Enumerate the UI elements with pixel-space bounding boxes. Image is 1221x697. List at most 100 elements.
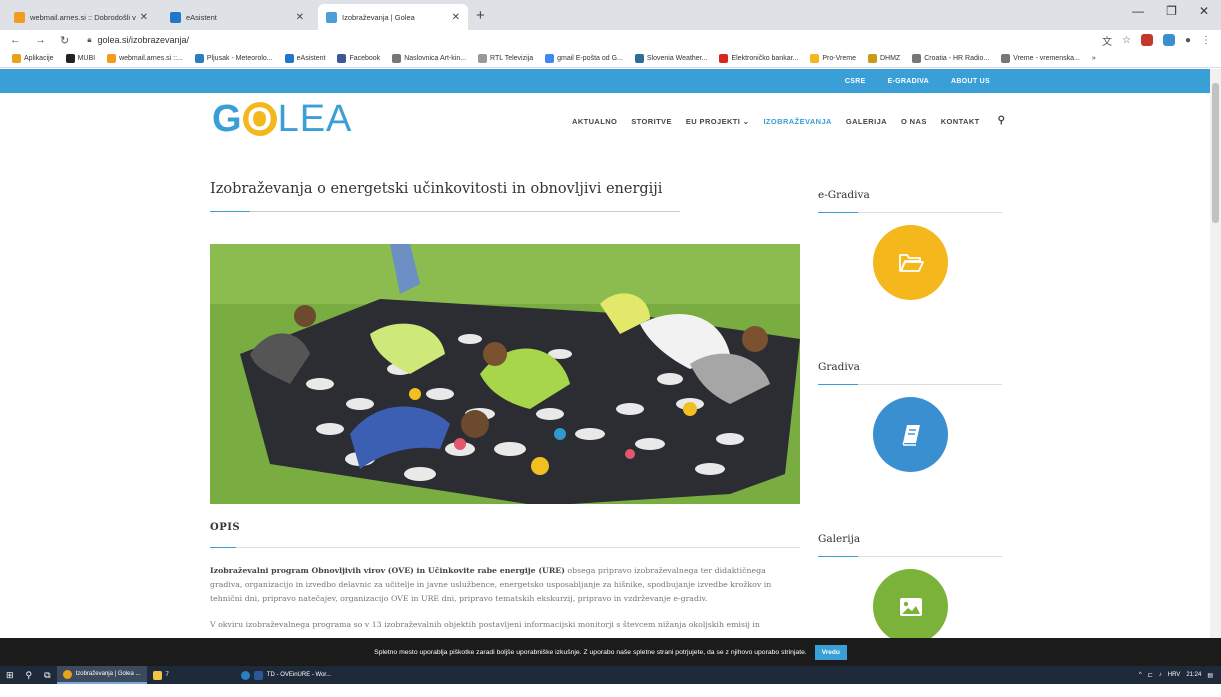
sun-icon: [810, 54, 820, 63]
close-window-icon[interactable]: ✕: [1199, 4, 1209, 18]
search-taskbar-button[interactable]: ⚲: [20, 666, 39, 684]
globe-icon: [1001, 54, 1011, 63]
folder-icon: [152, 670, 162, 680]
widget-title: Galerija: [818, 533, 861, 545]
taskbar-chrome-item[interactable]: Izobraževanja | Golea ...: [56, 666, 147, 684]
forward-icon[interactable]: →: [35, 34, 46, 47]
tab-golea[interactable]: Izobraževanja | Golea ✕: [318, 4, 468, 30]
task-view-icon: ⧉: [44, 669, 51, 680]
widget-title: Gradiva: [818, 361, 860, 373]
main-content: Izobraževanja o energetski učinkovitosti…: [210, 181, 800, 632]
taskbar-explorer-item[interactable]: 7: [147, 666, 175, 684]
widget-divider: [818, 212, 1002, 213]
volume-icon[interactable]: ♪: [1159, 672, 1162, 678]
widget-gradiva: Gradiva: [818, 361, 1002, 525]
nav-storitve[interactable]: STORITVE: [631, 117, 672, 126]
nav-eu-projekti[interactable]: EU PROJEKTI ⌄: [686, 117, 750, 126]
bookmark-item[interactable]: Pro-Vreme: [810, 54, 856, 63]
window-controls: — ❐ ✕: [1132, 4, 1221, 18]
bookmark-item[interactable]: eAsistent: [284, 54, 325, 63]
bookmarks-bar: Aplikacije MUBI webmail.arnes.si ::... P…: [0, 50, 1221, 68]
bookmark-item[interactable]: Croatia - HR Radio...: [912, 54, 989, 63]
bookmark-item[interactable]: Vreme - vremenska...: [1001, 54, 1080, 63]
profile-icon[interactable]: ●: [1185, 35, 1191, 46]
bookmark-item[interactable]: Aplikacije: [12, 54, 54, 63]
nav-aktualno[interactable]: AKTUALNO: [572, 117, 617, 126]
bookmark-item[interactable]: Elektroničko bankar...: [719, 54, 798, 63]
star-icon[interactable]: ☆: [1122, 35, 1131, 46]
restore-icon[interactable]: ❐: [1166, 4, 1177, 18]
notifications-icon[interactable]: ▤: [1207, 672, 1213, 679]
word-icon: [253, 670, 263, 680]
bank-icon: [719, 54, 729, 63]
top-link-csre[interactable]: CSRE: [845, 78, 866, 85]
bookmark-item[interactable]: Pljusak - Meteorolo...: [194, 54, 273, 63]
book-icon: [901, 424, 920, 446]
scrollbar-thumb[interactable]: [1212, 83, 1219, 223]
golea-logo[interactable]: G O LEA: [212, 99, 352, 139]
main-navigation: AKTUALNO STORITVE EU PROJEKTI ⌄ IZOBRAŽE…: [572, 115, 1006, 126]
apps-icon: [12, 54, 21, 63]
top-link-about-us[interactable]: ABOUT US: [951, 78, 990, 85]
page-scrollbar[interactable]: [1210, 69, 1221, 638]
webmail-favicon-icon: [14, 11, 25, 23]
edge-icon: [240, 670, 250, 680]
search-icon[interactable]: ⚲: [998, 115, 1006, 126]
translate-icon[interactable]: 文: [1102, 33, 1112, 48]
pljusak-icon: [194, 54, 204, 63]
weather-icon: [634, 54, 644, 63]
nav-o-nas[interactable]: O NAS: [901, 117, 927, 126]
e-gradiva-button[interactable]: [873, 225, 948, 300]
bookmark-item[interactable]: MUBI: [65, 54, 95, 63]
start-button[interactable]: ⊞: [0, 666, 20, 684]
language-indicator[interactable]: HRV: [1168, 672, 1181, 678]
bookmark-item[interactable]: gmail E-pošta od G...: [545, 54, 623, 63]
url-field[interactable]: golea.si/izobrazevanja/: [97, 35, 189, 45]
cookie-accept-button[interactable]: Vredu: [814, 644, 847, 660]
close-tab-icon[interactable]: ✕: [452, 12, 460, 23]
tab-easistent[interactable]: eAsistent ✕: [162, 4, 312, 30]
reload-icon[interactable]: ↻: [60, 34, 69, 47]
back-icon[interactable]: ←: [10, 34, 21, 47]
rtl-icon: [478, 54, 488, 63]
bookmark-item[interactable]: webmail.arnes.si ::...: [107, 54, 183, 63]
bookmark-item[interactable]: Slovenia Weather...: [634, 54, 707, 63]
bookmark-item[interactable]: RTL Televizija: [478, 54, 533, 63]
close-tab-icon[interactable]: ✕: [296, 12, 304, 23]
top-link-e-gradiva[interactable]: E-GRADIVA: [888, 78, 929, 85]
system-tray: ^ ⊏ ♪ HRV 21:24 ▤: [1139, 672, 1213, 679]
task-view-button[interactable]: ⧉: [38, 666, 56, 684]
menu-icon[interactable]: ⋮: [1201, 35, 1211, 46]
widget-title: e-Gradiva: [818, 189, 870, 201]
description-paragraph: Izobraževalni program Obnovljivih virov …: [210, 564, 800, 606]
gradiva-button[interactable]: [873, 397, 948, 472]
tab-title: Izobraževanja | Golea: [342, 12, 415, 22]
search-icon: ⚲: [25, 669, 33, 680]
bookmark-item[interactable]: Naslovnica Art-kin...: [392, 54, 466, 63]
bookmark-item[interactable]: DHMZ: [867, 54, 900, 63]
clock[interactable]: 21:24: [1186, 672, 1201, 678]
extension-icon[interactable]: [1162, 34, 1175, 46]
taskbar-word-item[interactable]: TD - OVEinURE - Wor...: [235, 666, 337, 684]
windows-taskbar: ⊞ ⚲ ⧉ Izobraževanja | Golea ... 7 TD - O…: [0, 666, 1221, 684]
facebook-icon: [337, 54, 347, 63]
site-header: G O LEA AKTUALNO STORITVE EU PROJEKTI ⌄ …: [0, 93, 1210, 151]
tab-webmail[interactable]: webmail.arnes.si :: Dobrodošli v ... ✕: [6, 4, 156, 30]
lock-icon[interactable]: 🔒︎: [87, 35, 91, 45]
bookmark-item[interactable]: Facebook: [337, 54, 380, 63]
photo-illustration: [210, 244, 800, 504]
nav-kontakt[interactable]: KONTAKT: [941, 117, 980, 126]
galerija-button[interactable]: [873, 569, 948, 644]
top-links-bar: CSRE E-GRADIVA ABOUT US: [0, 69, 1210, 93]
nav-galerija[interactable]: GALERIJA: [846, 117, 887, 126]
nav-izobrazevanja[interactable]: IZOBRAŽEVANJA: [763, 117, 831, 126]
extension-icon[interactable]: [1140, 34, 1153, 46]
close-tab-icon[interactable]: ✕: [140, 12, 148, 23]
network-icon[interactable]: ⊏: [1148, 672, 1153, 679]
children-playing-photo: [210, 244, 800, 504]
minimize-icon[interactable]: —: [1132, 4, 1144, 18]
new-tab-button[interactable]: +: [476, 7, 485, 24]
more-bookmarks-icon[interactable]: »: [1092, 55, 1096, 62]
second-paragraph: V okviru izobraževalnega programa so v 1…: [210, 620, 760, 629]
chevron-up-icon[interactable]: ^: [1139, 672, 1142, 678]
